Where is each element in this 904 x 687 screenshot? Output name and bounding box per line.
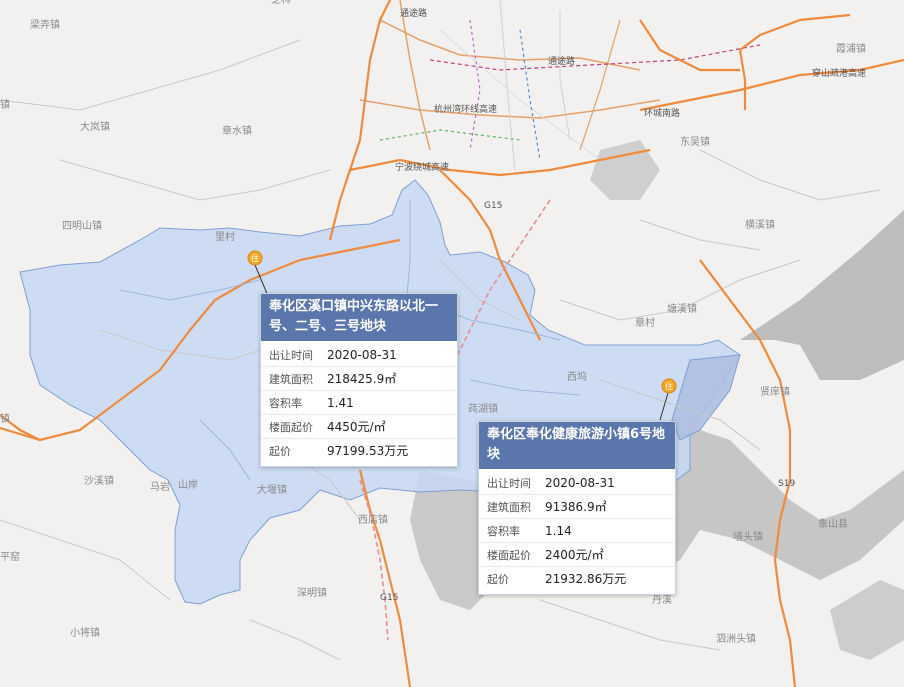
card-2-key: 起价 [487,572,509,586]
place-xiaojiang: 小将镇 [70,626,100,639]
road-huancheng-south: 环城南路 [644,107,680,119]
card-1-key: 起价 [269,444,291,458]
place-xiuling: 西坞 [567,370,587,383]
card-2-key: 建筑面积 [487,500,531,514]
place-xiwu: 里村 [215,230,235,243]
card-1-row-floor-price: 楼面起价 4450元/㎡ [261,414,457,438]
railway-south [359,479,389,641]
place-shanyan: 山岸 [178,479,198,491]
place-sushu: 莼湖镇 [468,402,498,415]
card-2-value: 21932.86万元 [545,572,627,586]
place-lianghong: 梁弄镇 [30,18,60,31]
sea-area [740,210,904,380]
card-1-key: 楼面起价 [269,420,313,434]
place-zhishan: 芝林 [271,0,291,6]
road-ningbo-ring: 杭州湾环线高速 [434,103,497,115]
place-pingyao: 平窑 [0,550,20,563]
card-1-title: 奉化区溪口镇中兴东路以北一号、二号、三号地块 [261,294,457,341]
place-dongqian: 东吴镇 [680,135,710,148]
place-xidian: 西店镇 [358,513,388,526]
place-dalan: 大岚镇 [80,120,110,133]
place-siming: 四明山镇 [62,219,102,232]
place-zhangcun: 章村 [635,316,655,329]
road-ningfeng: 宁波绕城高速 [395,161,449,173]
place-shenming: 深明镇 [297,586,327,599]
place-xiapu: 霞浦镇 [836,42,866,55]
card-1-key: 出让时间 [269,348,313,362]
place-xiangshan: 象山县 [818,518,848,530]
road-s19: S19 [778,479,795,489]
card-2-value: 2020-08-31 [545,475,615,490]
place-kuanzhuang: 贤庠镇 [760,385,790,398]
card-1-key: 容积率 [269,396,302,410]
card-2-row-far: 容积率 1.14 [479,518,675,542]
card-2-key: 容积率 [487,524,520,538]
card-1-row-area: 建筑面积 218425.9㎡ [261,366,457,390]
card-1-value: 218425.9㎡ [327,372,397,386]
card-2-row-date: 出让时间 2020-08-31 [479,471,675,494]
place-shishan: 镇 [0,412,10,425]
land-info-card-1[interactable]: 奉化区溪口镇中兴东路以北一号、二号、三号地块 出让时间 2020-08-31 建筑… [260,293,458,467]
card-2-body: 出让时间 2020-08-31 建筑面积 91386.9㎡ 容积率 1.14 楼面起价… [479,469,675,594]
east-water [830,580,904,660]
card-1-row-far: 容积率 1.41 [261,390,457,414]
card-1-value: 4450元/㎡ [327,420,386,434]
card-1-value: 1.41 [327,395,354,410]
card-2-row-floor-price: 楼面起价 2400元/㎡ [479,542,675,566]
card-1-row-start-price: 起价 97199.53万元 [261,438,457,462]
card-2-key: 出让时间 [487,476,531,490]
card-2-row-area: 建筑面积 91386.9㎡ [479,494,675,518]
place-zhangshui: 章水镇 [222,124,252,137]
place-mayan: 马岩 [150,480,170,493]
place-yinzhou-west: 镇 [0,98,10,111]
card-1-value: 97199.53万元 [327,444,409,458]
place-qiangtou: 墙头镇 [733,530,763,543]
card-2-row-start-price: 起价 21932.86万元 [479,566,675,590]
card-1-row-date: 出让时间 2020-08-31 [261,343,457,366]
pin-1-label: 住 [251,253,259,263]
road-zhuzhi: 穿山疏港高速 [812,67,866,79]
card-2-value: 91386.9㎡ [545,500,607,514]
card-2-title: 奉化区奉化健康旅游小镇6号地块 [479,422,675,469]
card-1-value: 2020-08-31 [327,347,397,362]
road-tongtu2: 通途路 [548,55,575,67]
place-dayan: 大堰镇 [257,483,287,496]
road-tongtu: 通途路 [400,7,427,19]
card-2-value: 2400元/㎡ [545,548,604,562]
place-sizhou: 泗洲头镇 [716,632,756,645]
pin-2-label: 住 [665,381,673,391]
road-g15b: G15 [380,593,398,603]
place-danxi: 丹溪 [652,594,672,606]
card-2-key: 楼面起价 [487,548,531,562]
land-info-card-2[interactable]: 奉化区奉化健康旅游小镇6号地块 出让时间 2020-08-31 建筑面积 91386… [478,421,676,595]
card-1-key: 建筑面积 [269,372,313,386]
place-tangtou: 塘溪镇 [667,302,697,315]
place-shaxi: 沙溪镇 [84,474,114,487]
place-henggu: 横溪镇 [745,218,775,231]
card-1-body: 出让时间 2020-08-31 建筑面积 218425.9㎡ 容积率 1.41 楼面起… [261,341,457,466]
card-2-value: 1.14 [545,523,572,538]
road-g15: G15 [484,201,502,211]
